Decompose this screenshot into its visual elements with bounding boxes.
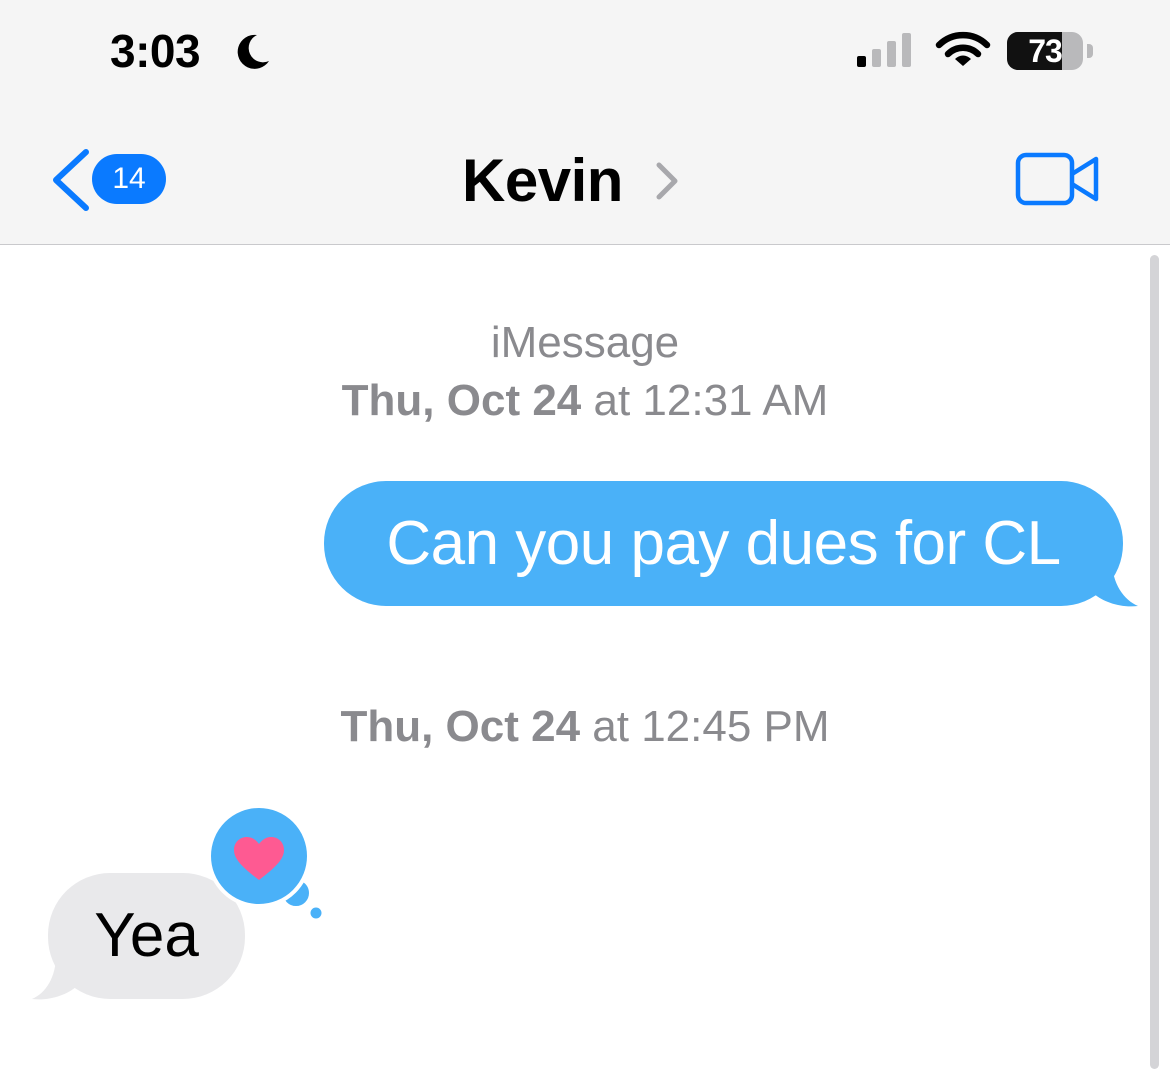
timestamp-date: Thu, Oct 24 xyxy=(340,702,581,751)
outgoing-message-bubble[interactable]: Can you pay dues for CL xyxy=(324,481,1123,606)
unread-badge: 14 xyxy=(92,154,166,204)
incoming-bubble-tail xyxy=(32,955,78,1000)
contact-name-button[interactable]: Kevin xyxy=(462,146,681,216)
timestamp-time: at 12:31 AM xyxy=(593,376,829,425)
video-camera-icon[interactable] xyxy=(1015,152,1101,206)
battery-nub xyxy=(1087,44,1093,58)
timestamp-time: at 12:45 PM xyxy=(592,702,830,751)
timestamp-date: Thu, Oct 24 xyxy=(341,376,582,425)
battery-percent: 73 xyxy=(1028,33,1063,69)
chevron-right-icon xyxy=(656,162,678,199)
outgoing-bubble-tail xyxy=(1090,560,1138,607)
status-time: 3:03 xyxy=(110,25,201,77)
cellular-signal-icon xyxy=(857,33,911,67)
timestamp: Thu, Oct 24 at 12:45 PM xyxy=(0,702,1170,752)
wifi-icon xyxy=(935,31,991,66)
chevron-left-icon xyxy=(53,149,89,211)
service-label: iMessage xyxy=(490,318,680,367)
tapback-reaction[interactable] xyxy=(206,803,330,923)
moon-icon xyxy=(237,34,269,69)
timestamp: Thu, Oct 24 at 12:31 AM xyxy=(0,376,1170,426)
contact-name: Kevin xyxy=(462,147,623,214)
back-button[interactable]: 14 xyxy=(44,148,174,212)
battery-indicator: 73 xyxy=(1007,30,1099,72)
header: 3:03 73 14 Kevin xyxy=(0,0,1170,245)
battery-body: 73 xyxy=(1007,32,1083,70)
